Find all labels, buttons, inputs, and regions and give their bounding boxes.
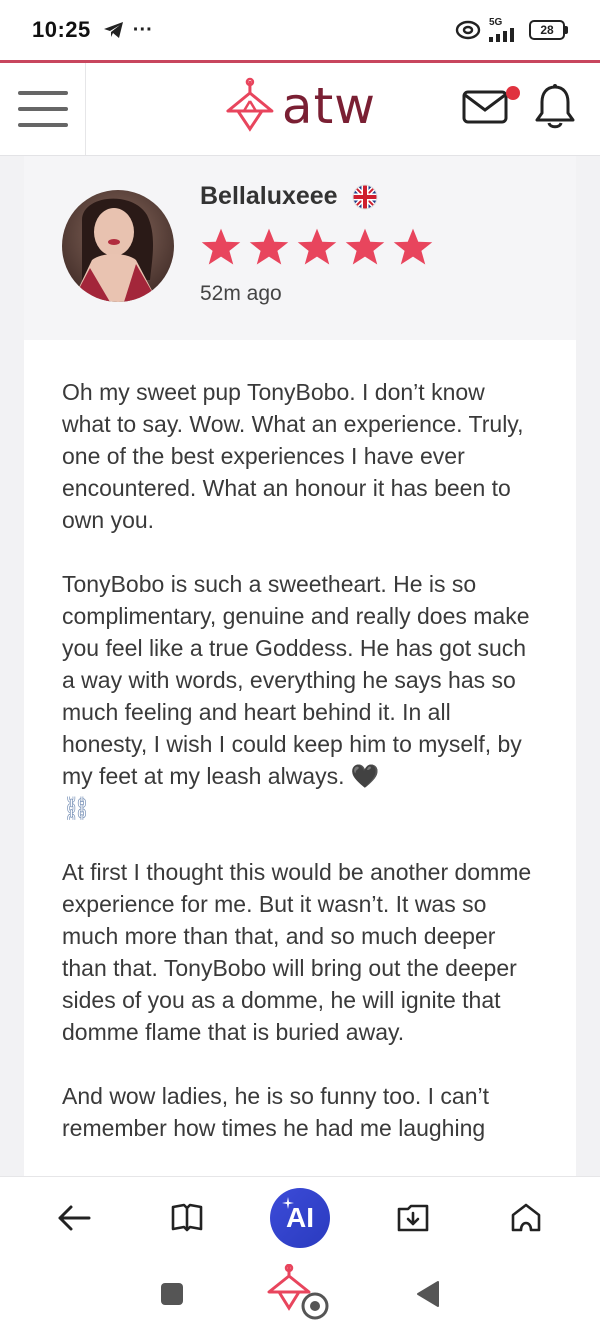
system-back-icon (416, 1280, 439, 1307)
avatar-photo (62, 190, 174, 302)
bell-icon (535, 83, 575, 128)
download-icon (397, 1204, 429, 1231)
uk-flag-icon (352, 184, 378, 209)
author-row: Bellaluxeee (200, 182, 378, 211)
recents-button[interactable] (160, 1282, 184, 1311)
review-body: Oh my sweet pup TonyBobo. I don’t know w… (24, 340, 576, 1144)
avatar[interactable] (62, 190, 174, 302)
home-button[interactable] (496, 1188, 556, 1248)
review-paragraph-text: TonyBobo is such a sweetheart. He is so … (62, 571, 530, 789)
app-logo-icon (267, 1263, 329, 1319)
review-time: 52m ago (200, 282, 282, 305)
system-nav-bar (0, 1258, 600, 1334)
unread-dot (506, 85, 520, 100)
battery-icon: 28 (529, 20, 568, 40)
network-indicator: 5G (489, 18, 521, 42)
status-bar: 10:25 ··· 5G 28 (0, 0, 600, 60)
telegram-icon (103, 22, 123, 38)
status-time: 10:25 (32, 17, 91, 42)
hotspot-link-icon (455, 20, 481, 40)
review-header: Bellaluxeee 52m ago (24, 156, 576, 340)
network-type: 5G (489, 17, 503, 28)
menu-icon (17, 91, 68, 127)
app-header: atw (0, 60, 600, 156)
notifications-button[interactable] (534, 83, 576, 136)
messages-button[interactable] (462, 85, 520, 129)
star-icon (249, 228, 289, 265)
star-icon (201, 228, 241, 265)
author-name[interactable]: Bellaluxeee (200, 182, 338, 211)
star-icon (393, 228, 433, 265)
chain-emoji: ⛓ (62, 795, 92, 821)
rating-stars (200, 226, 434, 268)
back-arrow-icon (58, 1205, 91, 1230)
home-system-button[interactable] (265, 1263, 335, 1329)
review-paragraph: Oh my sweet pup TonyBobo. I don’t know w… (62, 379, 524, 533)
recents-square-icon (161, 1282, 184, 1305)
status-right: 5G 28 (455, 18, 568, 42)
home-icon (511, 1203, 540, 1231)
screen: 10:25 ··· 5G 28 atw Bellaluxeee 52m ago … (0, 0, 600, 1334)
review-paragraph: And wow ladies, he is so funny too. I ca… (62, 1083, 490, 1141)
star-icon (345, 228, 385, 265)
site-logo[interactable]: atw (224, 77, 376, 135)
ai-assistant-button[interactable]: AI (269, 1187, 330, 1248)
signal-bars-icon (489, 28, 514, 42)
review-paragraph: At first I thought this would be another… (62, 859, 532, 1045)
hanger-logo-icon (226, 77, 274, 132)
sparkle-icon (281, 1196, 294, 1209)
review-paragraph: TonyBobo is such a sweetheart. He is so … (62, 568, 538, 824)
header-actions (462, 83, 600, 136)
status-left-icons: ··· (103, 19, 153, 42)
browser-toolbar: AI (0, 1176, 600, 1258)
downloads-button[interactable] (383, 1188, 443, 1248)
logo-text: atw (281, 77, 377, 135)
back-button[interactable] (44, 1188, 104, 1248)
review-card: Bellaluxeee 52m ago Oh my sweet pup Tony… (24, 156, 576, 1176)
battery-level: 28 (540, 23, 554, 37)
mail-icon (462, 90, 508, 123)
book-icon (171, 1203, 203, 1231)
star-icon (297, 228, 337, 265)
more-notifications-dots: ··· (132, 18, 153, 41)
bookmarks-button[interactable] (157, 1188, 217, 1248)
system-back-button[interactable] (416, 1280, 440, 1313)
menu-button[interactable] (0, 63, 86, 155)
